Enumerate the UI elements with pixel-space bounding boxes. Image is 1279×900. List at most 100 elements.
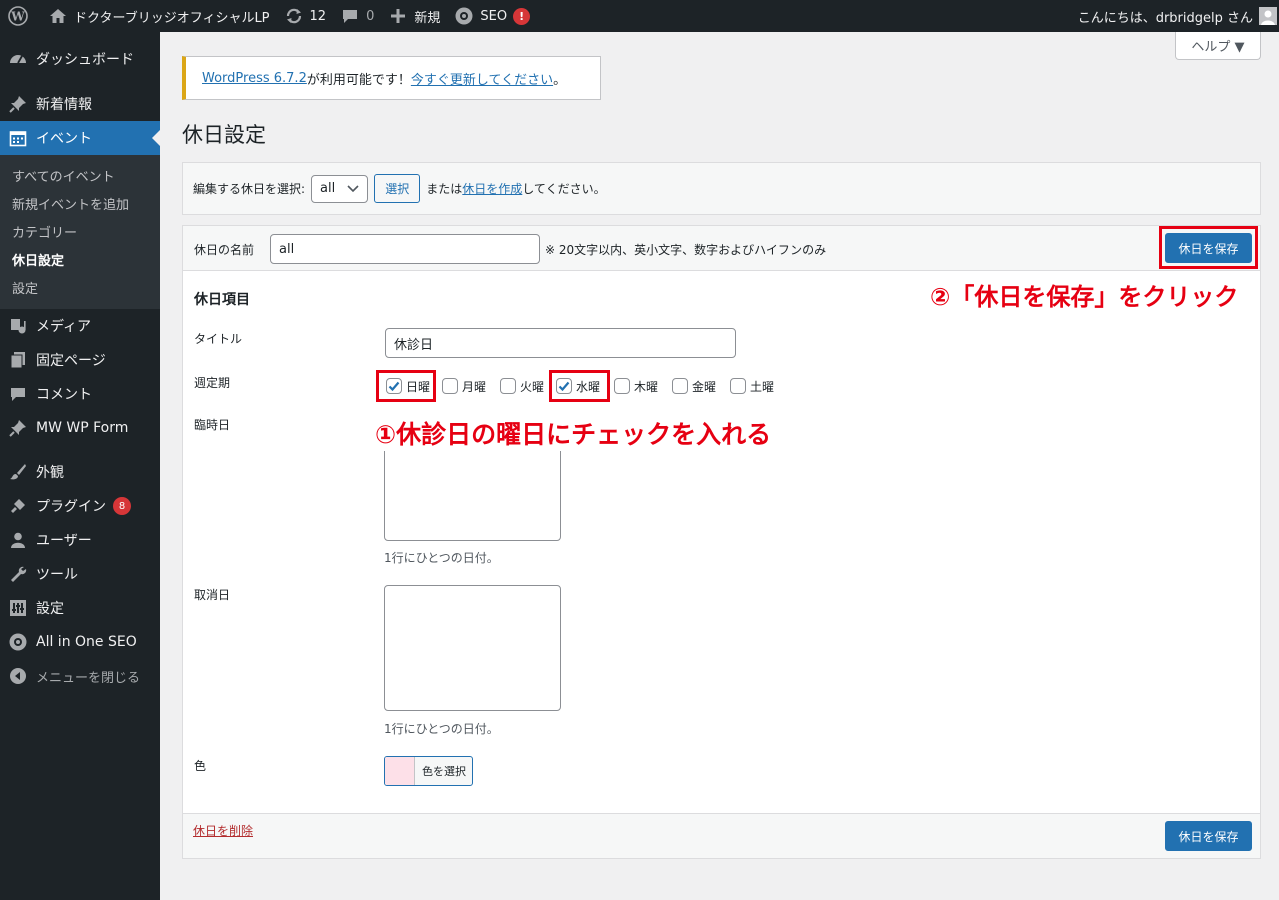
holiday-name-row: 休日の名前 all ※ 20文字以内、英小文字、数字およびハイフンのみ 休日を保… xyxy=(183,226,1260,271)
holiday-edit-form: 休日の名前 all ※ 20文字以内、英小文字、数字およびハイフンのみ 休日を保… xyxy=(182,225,1261,859)
menu-comments[interactable]: コメント xyxy=(0,377,160,411)
menu-label: ツール xyxy=(36,567,78,583)
comment-icon xyxy=(340,6,360,26)
comment-icon xyxy=(8,384,28,404)
menu-label: イベント xyxy=(36,131,92,147)
title-label: タイトル xyxy=(194,332,243,346)
user-icon xyxy=(8,530,28,550)
weekday-label: 土曜 xyxy=(750,379,775,394)
gear-icon xyxy=(8,632,28,652)
dashboard-icon xyxy=(8,49,28,69)
create-holiday-link[interactable]: 休日を作成 xyxy=(462,180,522,197)
seo-menu[interactable]: SEO ! xyxy=(447,0,537,32)
menu-dashboard[interactable]: ダッシュボード xyxy=(0,42,160,76)
color-swatch xyxy=(385,757,415,785)
weekday-friday[interactable]: 金曜 xyxy=(672,376,716,396)
plugin-icon xyxy=(8,496,28,516)
events-submenu: すべてのイベント 新規イベントを追加 カテゴリー 休日設定 設定 xyxy=(0,155,160,309)
save-holiday-button-bottom[interactable]: 休日を保存 xyxy=(1165,821,1252,851)
menu-label: 外観 xyxy=(36,465,64,481)
menu-label: プラグイン xyxy=(36,499,106,515)
title-value: 休診日 xyxy=(394,337,434,353)
cancel-dates-textarea[interactable] xyxy=(384,585,561,711)
holiday-select[interactable]: all xyxy=(311,174,369,203)
menu-label: All in One SEO xyxy=(36,634,137,650)
update-now-link[interactable]: 今すぐ更新してください xyxy=(411,69,553,88)
temporary-dates-help: 1行にひとつの日付。 xyxy=(384,551,499,565)
menu-appearance[interactable]: 外観 xyxy=(0,455,160,489)
menu-label: コメント xyxy=(36,387,92,403)
submenu-settings[interactable]: 設定 xyxy=(0,273,160,301)
weekday-checkbox[interactable] xyxy=(672,378,688,394)
menu-settings[interactable]: 設定 xyxy=(0,591,160,625)
comments-menu[interactable]: 0 xyxy=(333,0,381,32)
weekday-checkbox[interactable] xyxy=(442,378,458,394)
account-menu[interactable]: こんにちは、drbridgelp さん xyxy=(1078,0,1279,32)
menu-tools[interactable]: ツール xyxy=(0,557,160,591)
weekday-tuesday[interactable]: 火曜 xyxy=(500,376,544,396)
avatar xyxy=(1259,7,1277,25)
annotation-step-1: ①休診日の曜日にチェックを入れる xyxy=(371,415,776,451)
site-name-menu[interactable]: ドクターブリッジオフィシャルLP xyxy=(41,0,277,32)
wordpress-icon: W xyxy=(8,6,28,26)
weekday-checkbox[interactable] xyxy=(730,378,746,394)
new-content-menu[interactable]: 新規 xyxy=(381,0,447,32)
submenu-categories[interactable]: カテゴリー xyxy=(0,217,160,245)
temporary-dates-label: 臨時日 xyxy=(194,418,231,432)
menu-events[interactable]: イベント xyxy=(0,121,160,155)
menu-all-in-one-seo[interactable]: All in One SEO xyxy=(0,625,160,659)
holiday-name-value: all xyxy=(279,241,295,257)
menu-mw-wp-form[interactable]: MW WP Form xyxy=(0,411,160,445)
submenu-holiday-settings[interactable]: 休日設定 xyxy=(0,245,160,273)
menu-label: 設定 xyxy=(36,601,64,617)
highlight-box-sunday xyxy=(376,370,436,402)
new-label: 新規 xyxy=(414,10,441,26)
menu-pages[interactable]: 固定ページ xyxy=(0,343,160,377)
page-title: 休日設定 xyxy=(182,123,266,147)
color-picker-button[interactable]: 色を選択 xyxy=(384,756,473,786)
menu-users[interactable]: ユーザー xyxy=(0,523,160,557)
submenu-all-events[interactable]: すべてのイベント xyxy=(0,161,160,189)
weekday-thursday[interactable]: 木曜 xyxy=(614,376,658,396)
menu-label: ユーザー xyxy=(36,533,92,549)
admin-sidebar: ダッシュボード 新着情報 イベント すべてのイベント 新規イベントを追加 カテゴ… xyxy=(0,32,160,900)
menu-news[interactable]: 新着情報 xyxy=(0,87,160,121)
holiday-name-hint: ※ 20文字以内、英小文字、数字およびハイフンのみ xyxy=(545,243,827,257)
admin-bar: W ドクターブリッジオフィシャルLP 12 0 新規 SEO ! こんにちは、d… xyxy=(0,0,1279,32)
submenu-add-event[interactable]: 新規イベントを追加 xyxy=(0,189,160,217)
collapse-arrow-icon xyxy=(8,666,28,686)
pin-icon xyxy=(8,94,28,114)
wordpress-version-link[interactable]: WordPress 6.7.2 xyxy=(202,71,307,86)
chevron-down-icon xyxy=(347,184,359,193)
update-notice: WordPress 6.7.2 が利用可能です！ 今すぐ更新してください 。 xyxy=(182,56,601,100)
select-label: 編集する休日を選択: xyxy=(193,182,306,196)
delete-holiday-link[interactable]: 休日を削除 xyxy=(193,822,253,839)
highlight-box-wednesday xyxy=(549,370,610,402)
updates-menu[interactable]: 12 xyxy=(277,0,334,32)
seo-alert-badge: ! xyxy=(513,7,531,25)
holiday-name-label: 休日の名前 xyxy=(194,243,255,257)
cancel-dates-label: 取消日 xyxy=(194,588,231,602)
title-input[interactable]: 休診日 xyxy=(385,328,736,358)
weekday-label: 金曜 xyxy=(692,379,717,394)
weekday-checkbox[interactable] xyxy=(500,378,516,394)
wp-logo-menu[interactable]: W xyxy=(0,0,41,32)
or-text: または xyxy=(426,182,463,196)
weekday-monday[interactable]: 月曜 xyxy=(442,376,486,396)
calendar-icon xyxy=(8,128,28,148)
holiday-name-input[interactable]: all xyxy=(270,234,540,264)
menu-media[interactable]: メディア xyxy=(0,309,160,343)
menu-label: MW WP Form xyxy=(36,420,129,436)
menu-plugins[interactable]: プラグイン 8 xyxy=(0,489,160,523)
color-button-label: 色を選択 xyxy=(422,765,466,778)
svg-text:W: W xyxy=(10,10,25,24)
weekday-saturday[interactable]: 土曜 xyxy=(730,376,774,396)
weekday-label: 月曜 xyxy=(462,379,487,394)
weekday-checkbox[interactable] xyxy=(614,378,630,394)
wrench-icon xyxy=(8,564,28,584)
help-tab-button[interactable]: ヘルプ ▼ xyxy=(1175,32,1261,60)
menu-label: 新着情報 xyxy=(36,97,92,113)
collapse-menu[interactable]: メニューを閉じる xyxy=(0,659,160,693)
select-button[interactable]: 選択 xyxy=(374,174,421,203)
brush-icon xyxy=(8,462,28,482)
